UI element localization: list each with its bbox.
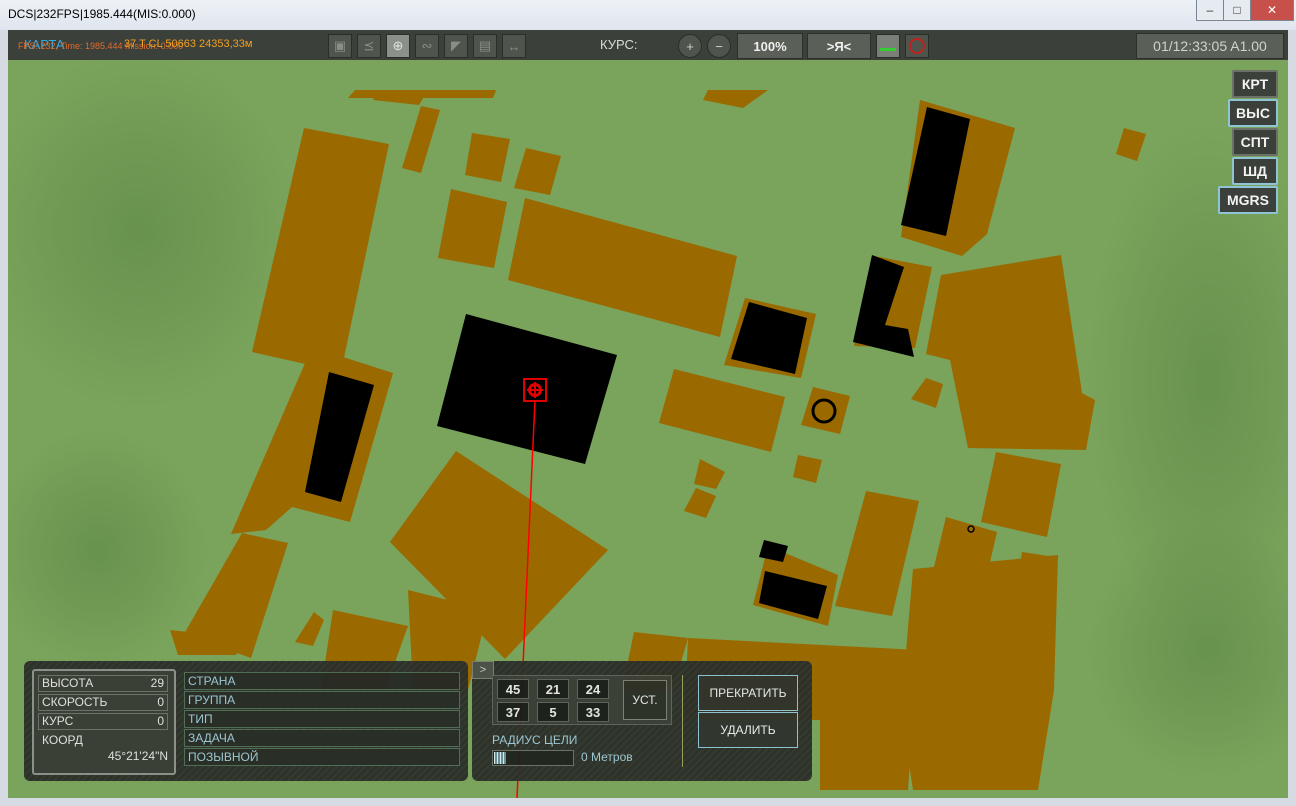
lat-minutes-input[interactable]: 21 [537,679,569,699]
speed-row: СКОРОСТЬ 0 [38,694,168,711]
map-layer-vys-button[interactable]: ВЫС [1228,99,1278,127]
signal-level-icon[interactable] [876,34,900,58]
group-label: ГРУППА [188,693,236,707]
lat-degrees-input[interactable]: 45 [497,679,529,699]
radius-slider-handle[interactable] [494,752,506,764]
window-title: DCS|232FPS|1985.444(MIS:0.000) [8,7,196,21]
ruler-icon[interactable]: ↔ [502,34,526,58]
speed-label: СКОРОСТЬ [42,695,108,709]
maximize-button[interactable]: □ [1223,0,1251,21]
speed-value: 0 [157,695,164,709]
collapse-button[interactable]: > [472,661,494,679]
map-layer-shd-button[interactable]: ШД [1232,157,1278,185]
task-field[interactable]: ЗАДАЧА [184,729,460,747]
zoom-out-icon[interactable]: − [707,34,731,58]
delete-button[interactable]: УДАЛИТЬ [698,712,798,748]
dcs-mission-editor: КАРТА FPS: 232, Time: 1985.444 Mission: … [8,30,1288,798]
close-button[interactable]: ✕ [1250,0,1294,21]
radius-value: 0 Метров [581,750,633,764]
task-label: ЗАДАЧА [188,731,235,745]
type-label: ТИП [188,712,213,726]
radar-icon[interactable]: ∾ [415,34,439,58]
country-field[interactable]: СТРАНА [184,672,460,690]
zoom-level[interactable]: 100% [737,33,803,59]
altitude-row: ВЫСОТА 29 [38,675,168,692]
map-layer-krt-button[interactable]: КРТ [1232,70,1278,98]
coord-label: КООРД [42,733,83,747]
type-field[interactable]: ТИП [184,710,460,728]
lat-seconds-input[interactable]: 24 [577,679,609,699]
unit-icon[interactable]: ▣ [328,34,352,58]
course-label: КУРС: [600,37,638,52]
map-layer-spt-button[interactable]: СПТ [1232,128,1278,156]
satellite-dish-icon[interactable]: ◤ [444,34,468,58]
coordinate-entry: 45 21 24 37 5 33 УСТ. [492,675,672,725]
callsign-field[interactable]: ПОЗЫВНОЙ [184,748,460,766]
course-label: КУРС [42,714,74,728]
center-me-button[interactable]: >Я< [807,33,871,59]
record-icon[interactable] [905,34,929,58]
lon-degrees-input[interactable]: 37 [497,702,529,722]
top-toolbar: КАРТА FPS: 232, Time: 1985.444 Mission: … [8,30,1288,60]
target-panel: > 45 21 24 37 5 33 УСТ. РАДИУС ЦЕЛИ 0 Ме… [472,661,812,781]
lon-seconds-input[interactable]: 33 [577,702,609,722]
course-value: 0 [157,714,164,728]
radius-label: РАДИУС ЦЕЛИ [492,733,578,747]
lon-minutes-input[interactable]: 5 [537,702,569,722]
altitude-label: ВЫСОТА [42,676,94,690]
mission-time: 01/12:33:05 A1.00 [1136,33,1284,59]
minimize-button[interactable]: – [1196,0,1224,21]
set-coordinates-button[interactable]: УСТ. [623,680,667,720]
country-label: СТРАНА [188,674,236,688]
window-titlebar: DCS|232FPS|1985.444(MIS:0.000) – □ ✕ [0,0,1296,30]
mgrs-button[interactable]: MGRS [1218,186,1278,214]
radius-slider[interactable] [492,750,574,766]
route-icon[interactable]: ⪯ [357,34,381,58]
unit-telemetry: ВЫСОТА 29 СКОРОСТЬ 0 КУРС 0 КООРД 45°21'… [32,669,176,775]
panel-divider [682,675,683,767]
course-row: КУРС 0 [38,713,168,730]
group-field[interactable]: ГРУППА [184,691,460,709]
stop-button[interactable]: ПРЕКРАТИТЬ [698,675,798,711]
callsign-label: ПОЗЫВНОЙ [188,750,259,764]
zoom-in-icon[interactable]: + [678,34,702,58]
cursor-coordinates: 37 T CL 50663 24353,33м [124,38,253,50]
target-icon[interactable]: ⊕ [386,34,410,58]
message-icon[interactable]: ▤ [473,34,497,58]
coord-value: 45°21'24"N [107,749,168,763]
unit-info-panel: ВЫСОТА 29 СКОРОСТЬ 0 КУРС 0 КООРД 45°21'… [24,661,468,781]
altitude-value: 29 [150,676,164,690]
